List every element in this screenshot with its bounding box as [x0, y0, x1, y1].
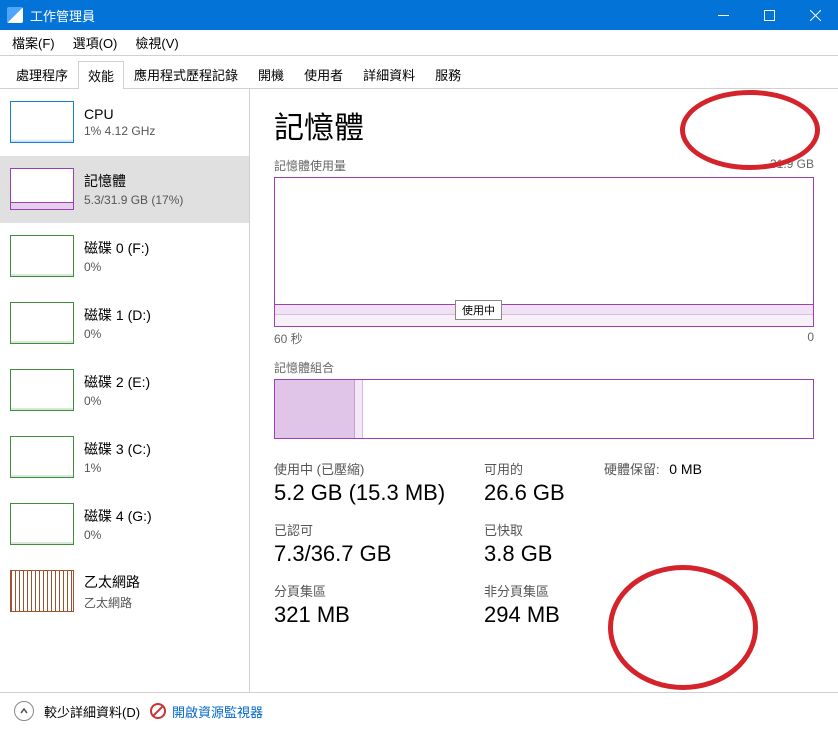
- close-button[interactable]: [792, 0, 838, 30]
- menu-file[interactable]: 檔案(F): [4, 30, 63, 55]
- tab-details[interactable]: 詳細資料: [353, 60, 425, 88]
- tab-apphistory[interactable]: 應用程式歷程記錄: [124, 60, 248, 88]
- app-icon: [7, 7, 23, 23]
- sidebar-sub: 1%: [84, 461, 151, 475]
- menubar: 檔案(F) 選項(O) 檢視(V): [0, 30, 838, 56]
- sidebar-sub: 0%: [84, 528, 152, 542]
- sidebar-sub: 乙太網路: [84, 594, 140, 611]
- main-panel: 記憶體 記憶體使用量 31.9 GB 使用中 60 秒 0 記憶體組合 使用中 …: [250, 89, 838, 692]
- memory-usage-chart: 使用中: [274, 177, 814, 327]
- stat-available: 可用的 26.6 GB: [484, 459, 604, 506]
- tab-users[interactable]: 使用者: [294, 60, 353, 88]
- sidebar-label: 磁碟 1 (D:): [84, 305, 151, 325]
- chart-max: 31.9 GB: [770, 157, 814, 174]
- sidebar-disk1[interactable]: 磁碟 1 (D:) 0%: [0, 290, 249, 357]
- sidebar-label: 記憶體: [84, 171, 183, 191]
- sidebar[interactable]: CPU 1% 4.12 GHz 記憶體 5.3/31.9 GB (17%) 磁碟…: [0, 89, 250, 692]
- window-title: 工作管理員: [30, 6, 700, 25]
- chart-label: 記憶體使用量: [274, 157, 346, 174]
- menu-options[interactable]: 選項(O): [65, 30, 126, 55]
- tab-processes[interactable]: 處理程序: [6, 60, 78, 88]
- disk-thumbnail: [10, 436, 74, 478]
- sidebar-label: 磁碟 3 (C:): [84, 439, 151, 459]
- disk-thumbnail: [10, 235, 74, 277]
- sidebar-label: 磁碟 4 (G:): [84, 506, 152, 526]
- memory-composition-chart: [274, 379, 814, 439]
- tab-startup[interactable]: 開機: [248, 60, 294, 88]
- stats-grid: 使用中 (已壓縮) 5.2 GB (15.3 MB) 可用的 26.6 GB 硬…: [274, 459, 814, 628]
- less-details-label[interactable]: 較少詳細資料(D): [44, 702, 140, 721]
- cpu-thumbnail: [10, 101, 74, 143]
- menu-view[interactable]: 檢視(V): [127, 30, 186, 55]
- collapse-button[interactable]: [14, 701, 34, 721]
- titlebar[interactable]: 工作管理員: [0, 0, 838, 30]
- tab-performance[interactable]: 效能: [78, 61, 124, 89]
- sidebar-label: 乙太網路: [84, 572, 140, 592]
- sidebar-sub: 0%: [84, 327, 151, 341]
- sidebar-label: 磁碟 2 (E:): [84, 372, 150, 392]
- sidebar-disk0[interactable]: 磁碟 0 (F:) 0%: [0, 223, 249, 290]
- sidebar-sub: 5.3/31.9 GB (17%): [84, 193, 183, 207]
- stat-nonpaged-pool: 非分頁集區 294 MB: [484, 581, 604, 628]
- stat-paged-pool: 分頁集區 321 MB: [274, 581, 484, 628]
- sidebar-sub: 1% 4.12 GHz: [84, 124, 155, 138]
- stat-cached: 已快取 3.8 GB: [484, 520, 604, 567]
- sidebar-cpu[interactable]: CPU 1% 4.12 GHz: [0, 89, 249, 156]
- open-resource-monitor-link[interactable]: 開啟資源監視器: [150, 702, 263, 721]
- network-thumbnail: [10, 570, 74, 612]
- composition-label: 記憶體組合: [274, 359, 814, 376]
- resource-monitor-icon: [150, 703, 166, 719]
- sidebar-sub: 0%: [84, 394, 150, 408]
- disk-thumbnail: [10, 369, 74, 411]
- sidebar-disk2[interactable]: 磁碟 2 (E:) 0%: [0, 357, 249, 424]
- stat-hardware-reserved: 硬體保留: 0 MB: [604, 459, 784, 506]
- tab-services[interactable]: 服務: [425, 60, 471, 88]
- xaxis-left: 60 秒: [274, 330, 303, 347]
- disk-thumbnail: [10, 302, 74, 344]
- sidebar-label: 磁碟 0 (F:): [84, 238, 149, 258]
- maximize-button[interactable]: [746, 0, 792, 30]
- xaxis-right: 0: [807, 330, 814, 347]
- sidebar-sub: 0%: [84, 260, 149, 274]
- minimize-button[interactable]: [700, 0, 746, 30]
- chart-tooltip: 使用中: [455, 300, 502, 320]
- sidebar-memory[interactable]: 記憶體 5.3/31.9 GB (17%): [0, 156, 249, 223]
- stat-committed: 已認可 7.3/36.7 GB: [274, 520, 484, 567]
- page-title: 記憶體: [274, 103, 814, 147]
- sidebar-disk4[interactable]: 磁碟 4 (G:) 0%: [0, 491, 249, 558]
- tab-strip: 處理程序 效能 應用程式歷程記錄 開機 使用者 詳細資料 服務: [0, 56, 838, 89]
- memory-thumbnail: [10, 168, 74, 210]
- stat-in-use: 使用中 (已壓縮) 5.2 GB (15.3 MB): [274, 459, 484, 506]
- sidebar-disk3[interactable]: 磁碟 3 (C:) 1%: [0, 424, 249, 491]
- footer: 較少詳細資料(D) 開啟資源監視器: [0, 693, 838, 729]
- disk-thumbnail: [10, 503, 74, 545]
- sidebar-ethernet[interactable]: 乙太網路 乙太網路: [0, 558, 249, 625]
- sidebar-label: CPU: [84, 106, 155, 122]
